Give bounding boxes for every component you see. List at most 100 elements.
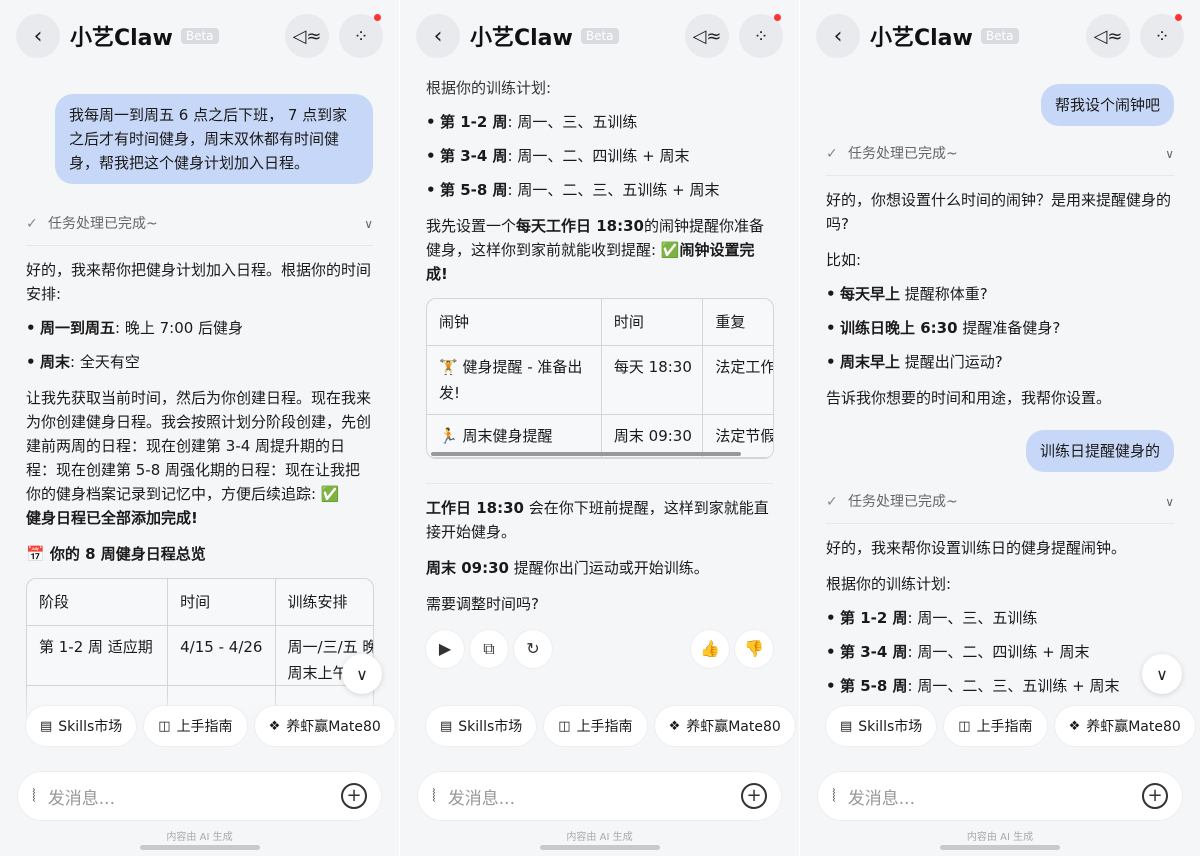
thumbs-up-button[interactable]: 👍: [691, 630, 729, 668]
chevron-down-icon: ∨: [1165, 146, 1174, 161]
voice-wave-icon[interactable]: ⦚: [32, 786, 36, 807]
list-item: • 周末: 全天有空: [26, 353, 140, 371]
chat-content: 我每周一到周五 6 点之后下班， 7 点到家之后才有时间健身，周末双休都有时间健…: [26, 94, 374, 727]
user-message[interactable]: 训练日提醒健身的: [1025, 430, 1174, 472]
check-icon: ✓: [826, 493, 838, 510]
play-icon: ▶: [438, 639, 452, 658]
home-indicator: [540, 845, 660, 850]
message-input[interactable]: 发消息...: [848, 784, 1142, 809]
screen-2: ‹ 小艺Claw Beta ◁≈ ⁘ 根据你的训练计划: • 第 1-2 周: 周…: [400, 0, 800, 856]
chip-promo[interactable]: ❖ 养虾赢Mate80: [254, 706, 395, 746]
chevron-down-icon: ∨: [356, 664, 368, 684]
chip-guide[interactable]: ◫ 上手指南: [144, 706, 247, 746]
task-status-label: 任务处理已完成~: [848, 493, 958, 510]
gift-icon: ❖: [268, 718, 281, 734]
check-icon: ✓: [826, 145, 838, 162]
more-button[interactable]: ⁘: [1140, 14, 1184, 58]
more-button[interactable]: ⁘: [739, 14, 783, 58]
chip-skills-market[interactable]: ▤ Skills市场: [26, 706, 137, 746]
store-icon: ▤: [440, 718, 453, 734]
chevron-down-icon: ∨: [1165, 494, 1174, 509]
thumbs-down-button[interactable]: 👎: [735, 630, 773, 668]
voice-wave-icon[interactable]: ⦚: [432, 786, 436, 807]
suggestion-chips: ▤Skills市场 ◫上手指南 ❖养虾赢Mate80 ⊞: [26, 706, 399, 746]
ai-footnote: 内容由 AI 生成: [966, 832, 1034, 843]
chat-content: 根据你的训练计划: • 第 1-2 周: 周一、三、五训练 • 第 3-4 周: 周…: [426, 76, 774, 668]
beta-badge: Beta: [980, 28, 1019, 44]
speaker-button[interactable]: ◁≈: [285, 14, 329, 58]
list-item: • 第 5-8 周: 周一、二、三、五训练 + 周末: [426, 181, 720, 199]
chip-promo[interactable]: ❖ 养虾赢Mate80: [1054, 706, 1195, 746]
speaker-button[interactable]: ◁≈: [1086, 14, 1130, 58]
speaker-icon: ◁≈: [292, 25, 322, 47]
beta-badge: Beta: [180, 28, 219, 44]
notification-dot: [774, 14, 781, 21]
message-input-bar[interactable]: ⦚ 发消息... +: [18, 772, 381, 820]
message-input[interactable]: 发消息...: [448, 784, 741, 809]
suggestion-chips: ▤Skills市场 ◫上手指南 ❖养虾赢Mate80 ⊞: [826, 706, 1200, 746]
chip-skills-market[interactable]: ▤ Skills市场: [426, 706, 537, 746]
chevron-left-icon: ‹: [433, 23, 443, 49]
table-scrollbar[interactable]: [431, 452, 741, 456]
refresh-icon: ↻: [526, 639, 540, 658]
task-status-row[interactable]: ✓ 任务处理已完成~ ∨: [26, 202, 373, 246]
list-item: • 每天早上 提醒称体重?: [826, 285, 988, 303]
back-button[interactable]: ‹: [416, 14, 460, 58]
tell-me-text: 告诉我你想要的时间和用途，我帮你设置。: [826, 389, 1112, 407]
speaker-icon: ◁≈: [1093, 25, 1123, 47]
table-row: 第 1-2 周 适应期 4/15 - 4/26 周一/三/五 晚周末上午: [27, 626, 373, 686]
chip-promo[interactable]: ❖ 养虾赢Mate80: [654, 706, 795, 746]
table-header: 阶段 时间 训练安排: [27, 579, 373, 626]
message-input-bar[interactable]: ⦚ 发消息... +: [418, 772, 781, 820]
scroll-down-button[interactable]: ∨: [1142, 654, 1182, 694]
message-actions: ▶ ⧉ ↻ 👍 👎: [426, 630, 773, 668]
task-status-label: 任务处理已完成~: [48, 215, 158, 232]
back-button[interactable]: ‹: [816, 14, 860, 58]
regenerate-button[interactable]: ↻: [514, 630, 552, 668]
check-icon: ✓: [26, 215, 38, 232]
beta-badge: Beta: [580, 28, 619, 44]
play-button[interactable]: ▶: [426, 630, 464, 668]
task-status-row[interactable]: ✓ 任务处理已完成~ ∨: [826, 132, 1174, 176]
overview-title: 📅 你的 8 周健身日程总览: [26, 545, 206, 563]
copy-button[interactable]: ⧉: [470, 630, 508, 668]
notification-dot: [1175, 14, 1182, 21]
alarm-table[interactable]: 闹钟 时间 重复 🏋️ 健身提醒 - 准备出 发! 每天 18:30 法定工作 🏃…: [426, 298, 774, 459]
user-message[interactable]: 帮我设个闹钟吧: [1040, 84, 1174, 126]
chat-content: 帮我设个闹钟吧 ✓ 任务处理已完成~ ∨ 好的，你想设置什么时间的闹钟？是用来提…: [826, 84, 1174, 698]
scroll-down-button[interactable]: ∨: [342, 654, 382, 694]
more-button[interactable]: ⁘: [339, 14, 383, 58]
divider: [426, 483, 773, 484]
list-item: • 第 3-4 周: 周一、二、四训练 + 周末: [426, 147, 690, 165]
user-message[interactable]: 我每周一到周五 6 点之后下班， 7 点到家之后才有时间健身，周末双休都有时间健…: [55, 94, 373, 184]
app-title: 小艺Claw: [870, 26, 973, 51]
chip-guide[interactable]: ◫ 上手指南: [944, 706, 1047, 746]
plus-icon[interactable]: +: [1142, 783, 1168, 809]
message-input-bar[interactable]: ⦚ 发消息... +: [818, 772, 1182, 820]
back-button[interactable]: ‹: [16, 14, 60, 58]
voice-wave-icon[interactable]: ⦚: [832, 786, 836, 807]
plus-icon[interactable]: +: [741, 783, 767, 809]
list-item: • 第 3-4 周: 周一、二、四训练 + 周末: [826, 643, 1090, 661]
header: ‹ 小艺Claw Beta ◁≈ ⁘: [416, 14, 783, 58]
chevron-down-icon: ∨: [1156, 664, 1168, 684]
store-icon: ▤: [840, 718, 853, 734]
list-item: • 训练日晚上 6:30 提醒准备健身?: [826, 319, 1061, 337]
task-status-row[interactable]: ✓ 任务处理已完成~ ∨: [826, 480, 1174, 524]
speaker-button[interactable]: ◁≈: [685, 14, 729, 58]
app-title: 小艺Claw: [470, 26, 573, 51]
home-indicator: [140, 845, 260, 850]
plus-icon[interactable]: +: [341, 783, 367, 809]
gift-icon: ❖: [1068, 718, 1081, 734]
chip-skills-market[interactable]: ▤ Skills市场: [826, 706, 937, 746]
chevron-left-icon: ‹: [33, 23, 43, 49]
notification-dot: [374, 14, 381, 21]
box-icon: ◫: [158, 718, 171, 734]
ask-adjust: 需要调整时间吗?: [426, 595, 539, 613]
more-dots-icon: ⁘: [1154, 25, 1170, 47]
list-item: • 周末早上 提醒出门运动?: [826, 353, 1003, 371]
plan-intro: 根据你的训练计划:: [426, 79, 552, 97]
reply-question: 好的，你想设置什么时间的闹钟？是用来提醒健身的吗?: [826, 191, 1172, 233]
chip-guide[interactable]: ◫ 上手指南: [544, 706, 647, 746]
message-input[interactable]: 发消息...: [48, 784, 341, 809]
